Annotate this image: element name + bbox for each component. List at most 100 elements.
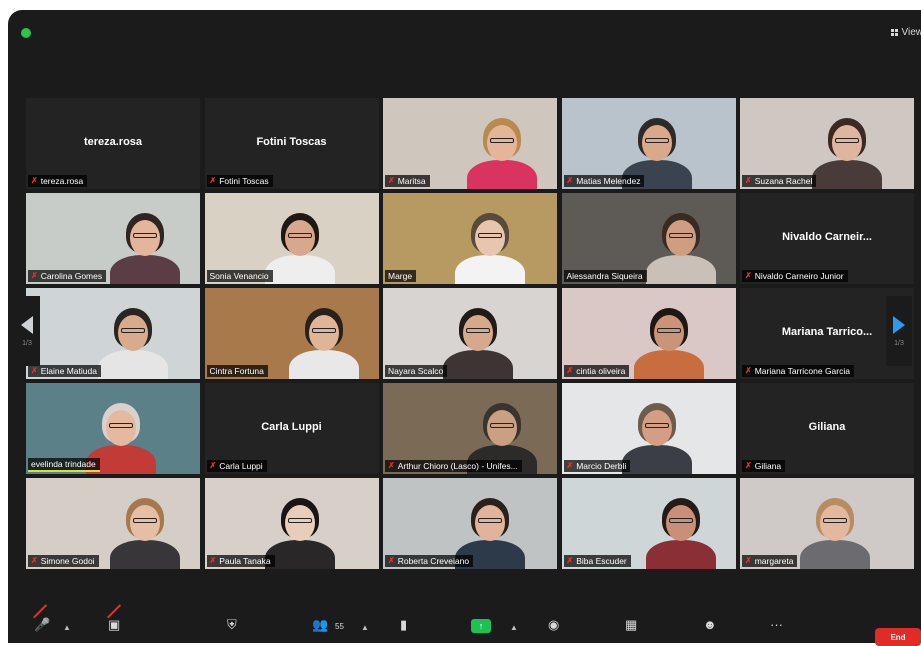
muted-mic-icon: ✗: [31, 272, 38, 280]
chat-icon[interactable]: ▮: [400, 618, 407, 632]
muted-mic-icon: ✗: [31, 177, 38, 185]
participant-name-label: ✗Simone Godoi: [28, 555, 99, 567]
more-options-icon[interactable]: ···: [770, 618, 783, 632]
left-page-indicator: 1/3: [22, 340, 32, 347]
participant-figure: [265, 478, 335, 569]
muted-mic-icon: ✗: [388, 557, 395, 565]
participant-name: Nayara Scalco: [388, 366, 443, 376]
participants-options-chevron-icon[interactable]: ▲: [361, 621, 369, 635]
muted-mic-icon: ✗: [745, 177, 752, 185]
participant-name: Maritsa: [398, 176, 426, 186]
record-icon[interactable]: ◉: [548, 618, 559, 632]
stop-video-icon[interactable]: ▣: [108, 618, 120, 632]
participant-name: Mariana Tarricone Garcia: [755, 366, 850, 376]
participant-tile[interactable]: ✗Biba Escuder: [562, 478, 736, 569]
participant-tile[interactable]: ✗Arthur Chioro (Lasco) - Unifes...: [383, 383, 557, 474]
participant-tile[interactable]: Marge: [383, 193, 557, 284]
participant-tile[interactable]: ✗Suzana Rachel: [740, 98, 914, 189]
muted-mic-icon: ✗: [388, 462, 395, 470]
participant-figure: [646, 193, 716, 284]
participant-tile[interactable]: Cintra Fortuna: [205, 288, 379, 379]
participant-tile[interactable]: ✗Roberta Creveiano: [383, 478, 557, 569]
apps-icon[interactable]: ▦: [625, 618, 637, 632]
participant-figure: [289, 288, 359, 379]
participant-tile[interactable]: Carla Luppi✗Carla Luppi: [205, 383, 379, 474]
mute-microphone-icon[interactable]: 🎤: [34, 618, 50, 632]
participant-display-name: tereza.rosa: [26, 136, 200, 148]
participant-name: margareta: [755, 556, 794, 566]
participant-name: Marcio Derbli: [576, 461, 626, 471]
participant-name: Nivaldo Carneiro Junior: [755, 271, 844, 281]
share-screen-button[interactable]: ↑: [471, 619, 491, 633]
participant-name-label: ✗Nivaldo Carneiro Junior: [742, 270, 848, 282]
participant-tile[interactable]: ✗cintia oliveira: [562, 288, 736, 379]
participant-name: Simone Godoi: [41, 556, 95, 566]
participant-name: Fotini Toscas: [219, 176, 268, 186]
participant-tile[interactable]: ✗Marcio Derbli: [562, 383, 736, 474]
audio-options-chevron-icon[interactable]: ▲: [63, 621, 71, 635]
previous-page-button[interactable]: 1/3: [14, 296, 40, 366]
muted-mic-icon: ✗: [31, 557, 38, 565]
participant-name-label: ✗Arthur Chioro (Lasco) - Unifes...: [385, 460, 522, 472]
participant-name: Giliana: [755, 461, 781, 471]
muted-mic-icon: ✗: [745, 367, 752, 375]
participants-icon[interactable]: 👥: [312, 618, 328, 632]
share-options-chevron-icon[interactable]: ▲: [510, 621, 518, 635]
participant-display-name: Nivaldo Carneir...: [740, 231, 914, 243]
participant-name-label: Sonia Venancio: [207, 270, 273, 282]
participant-tile[interactable]: ✗Carolina Gomes: [26, 193, 200, 284]
participant-tile[interactable]: ✗Matias Melendez: [562, 98, 736, 189]
participant-figure: [265, 193, 335, 284]
muted-mic-icon: ✗: [210, 462, 217, 470]
view-toggle-button[interactable]: View: [891, 27, 921, 38]
muted-mic-icon: ✗: [745, 272, 752, 280]
participant-name: Elaine Matiuda: [41, 366, 97, 376]
participant-figure: [812, 98, 882, 189]
muted-mic-icon: ✗: [388, 177, 395, 185]
participant-tile[interactable]: Nivaldo Carneir... ✗Nivaldo Carneiro Juni…: [740, 193, 914, 284]
participant-tile[interactable]: ✗margareta: [740, 478, 914, 569]
muted-mic-icon: ✗: [31, 367, 38, 375]
muted-mic-icon: ✗: [567, 557, 574, 565]
participant-tile[interactable]: ✗Simone Godoi: [26, 478, 200, 569]
meeting-toolbar: 🎤 ▲ ▣ ⛨ 👥 55 ▲ ▮ ↑ ▲ ◉ ▦ ☻ ··· End: [8, 612, 921, 643]
participant-name-label: ✗Carla Luppi: [207, 460, 267, 472]
participant-tile[interactable]: Sonia Venancio: [205, 193, 379, 284]
participant-name: Paula Tanaka: [219, 556, 270, 566]
end-meeting-button[interactable]: End: [875, 628, 921, 646]
participant-name: Carla Luppi: [219, 461, 262, 471]
security-icon[interactable]: ⛨: [227, 618, 237, 632]
muted-mic-icon: ✗: [210, 177, 217, 185]
participant-tile[interactable]: evelinda trindade: [26, 383, 200, 474]
participant-name: Arthur Chioro (Lasco) - Unifes...: [398, 461, 518, 471]
participant-figure: [443, 288, 513, 379]
participant-tile[interactable]: ✗Paula Tanaka: [205, 478, 379, 569]
muted-mic-icon: ✗: [210, 557, 217, 565]
reactions-icon[interactable]: ☻: [703, 618, 717, 632]
participant-tile[interactable]: Alessandra Siqueira: [562, 193, 736, 284]
muted-mic-icon: ✗: [567, 462, 574, 470]
participant-tile[interactable]: ✗Maritsa: [383, 98, 557, 189]
participant-figure: [98, 288, 168, 379]
participant-name-label: Alessandra Siqueira: [564, 270, 647, 282]
participant-tile[interactable]: tereza.rosa✗tereza.rosa: [26, 98, 200, 189]
participant-figure: [110, 193, 180, 284]
participant-name: Roberta Creveiano: [398, 556, 469, 566]
participant-name-label: ✗cintia oliveira: [564, 365, 630, 377]
participant-tile[interactable]: Giliana✗Giliana: [740, 383, 914, 474]
participant-name-label: ✗Carolina Gomes: [28, 270, 106, 282]
security-shield-icon[interactable]: [21, 28, 31, 38]
participant-name-label: ✗Suzana Rachel: [742, 175, 816, 187]
participant-name-label: Nayara Scalco: [385, 365, 447, 377]
participant-tile[interactable]: Fotini Toscas✗Fotini Toscas: [205, 98, 379, 189]
participant-name: Matias Melendez: [576, 176, 640, 186]
participant-tile[interactable]: Nayara Scalco: [383, 288, 557, 379]
right-page-indicator: 1/3: [894, 340, 904, 347]
participant-name-label: ✗Marcio Derbli: [564, 460, 631, 472]
participant-name: Carolina Gomes: [41, 271, 102, 281]
muted-mic-icon: ✗: [745, 462, 752, 470]
participant-tile[interactable]: ✗Elaine Matiuda: [26, 288, 200, 379]
participant-figure: [646, 478, 716, 569]
next-page-button[interactable]: 1/3: [886, 296, 912, 366]
participant-name-label: Cintra Fortuna: [207, 365, 268, 377]
